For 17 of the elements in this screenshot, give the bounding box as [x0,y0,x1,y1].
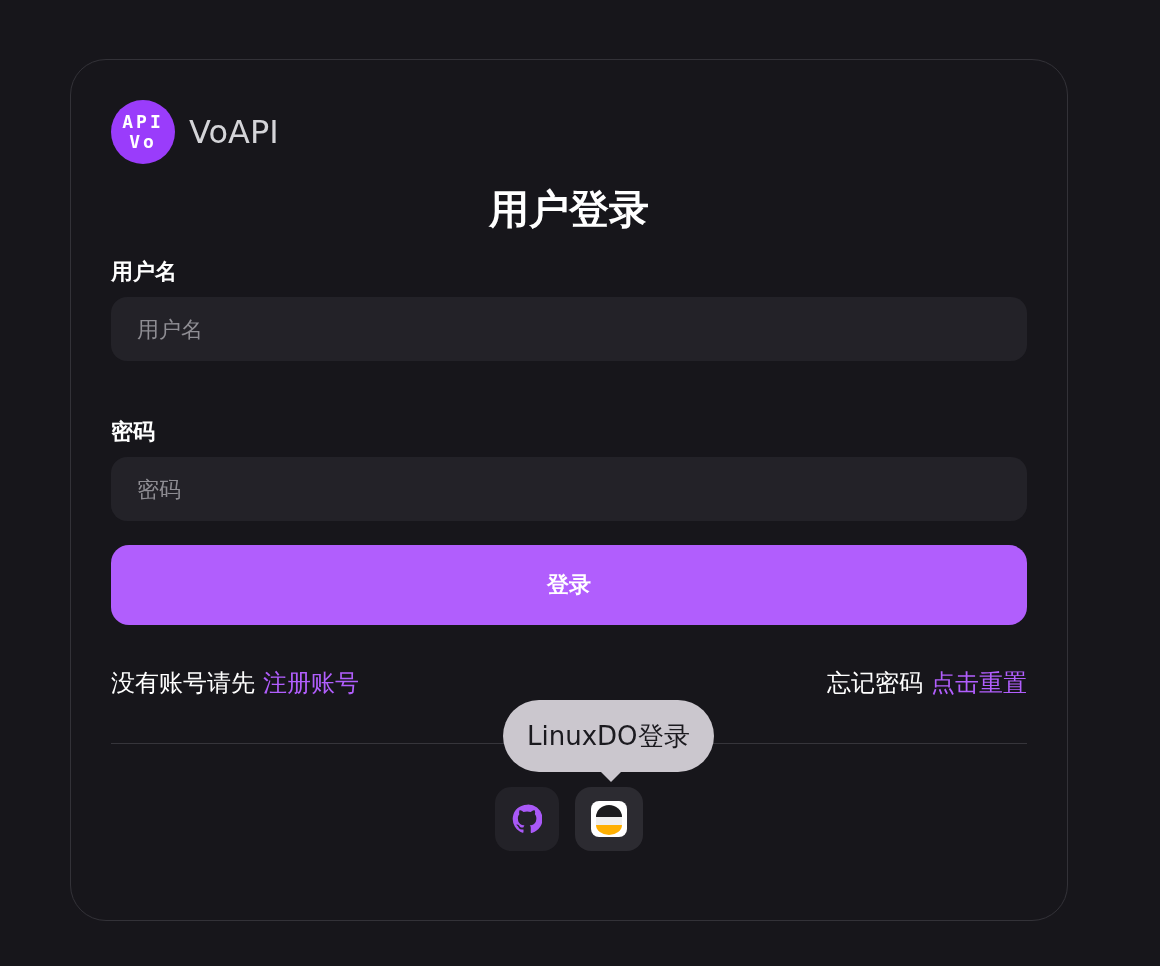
text-link[interactable]: 点击重置 [931,669,1027,697]
input-field[interactable]: 密码 [111,457,1027,521]
github-icon [512,804,542,834]
social-login-button[interactable] [575,787,643,851]
prompt-text: 没有账号请先 注册账号 [111,668,359,699]
prompt-text: 忘记密码 点击重置 [827,668,1027,699]
app-logo-icon [591,801,627,837]
text-link[interactable]: 注册账号 [262,669,359,697]
login-button[interactable]: 登录 [111,545,1027,625]
brand-name: VoAPI [189,113,279,151]
tooltip-pointer-icon [599,770,623,782]
input-field[interactable]: 用户名 [111,297,1027,361]
page-title: 用户登录 [488,185,650,234]
field-label: 密码 [111,418,156,446]
field-label: 用户名 [111,258,178,286]
logo-icon: API Vo [111,100,175,164]
tooltip: LinuxDO登录 [503,700,714,772]
